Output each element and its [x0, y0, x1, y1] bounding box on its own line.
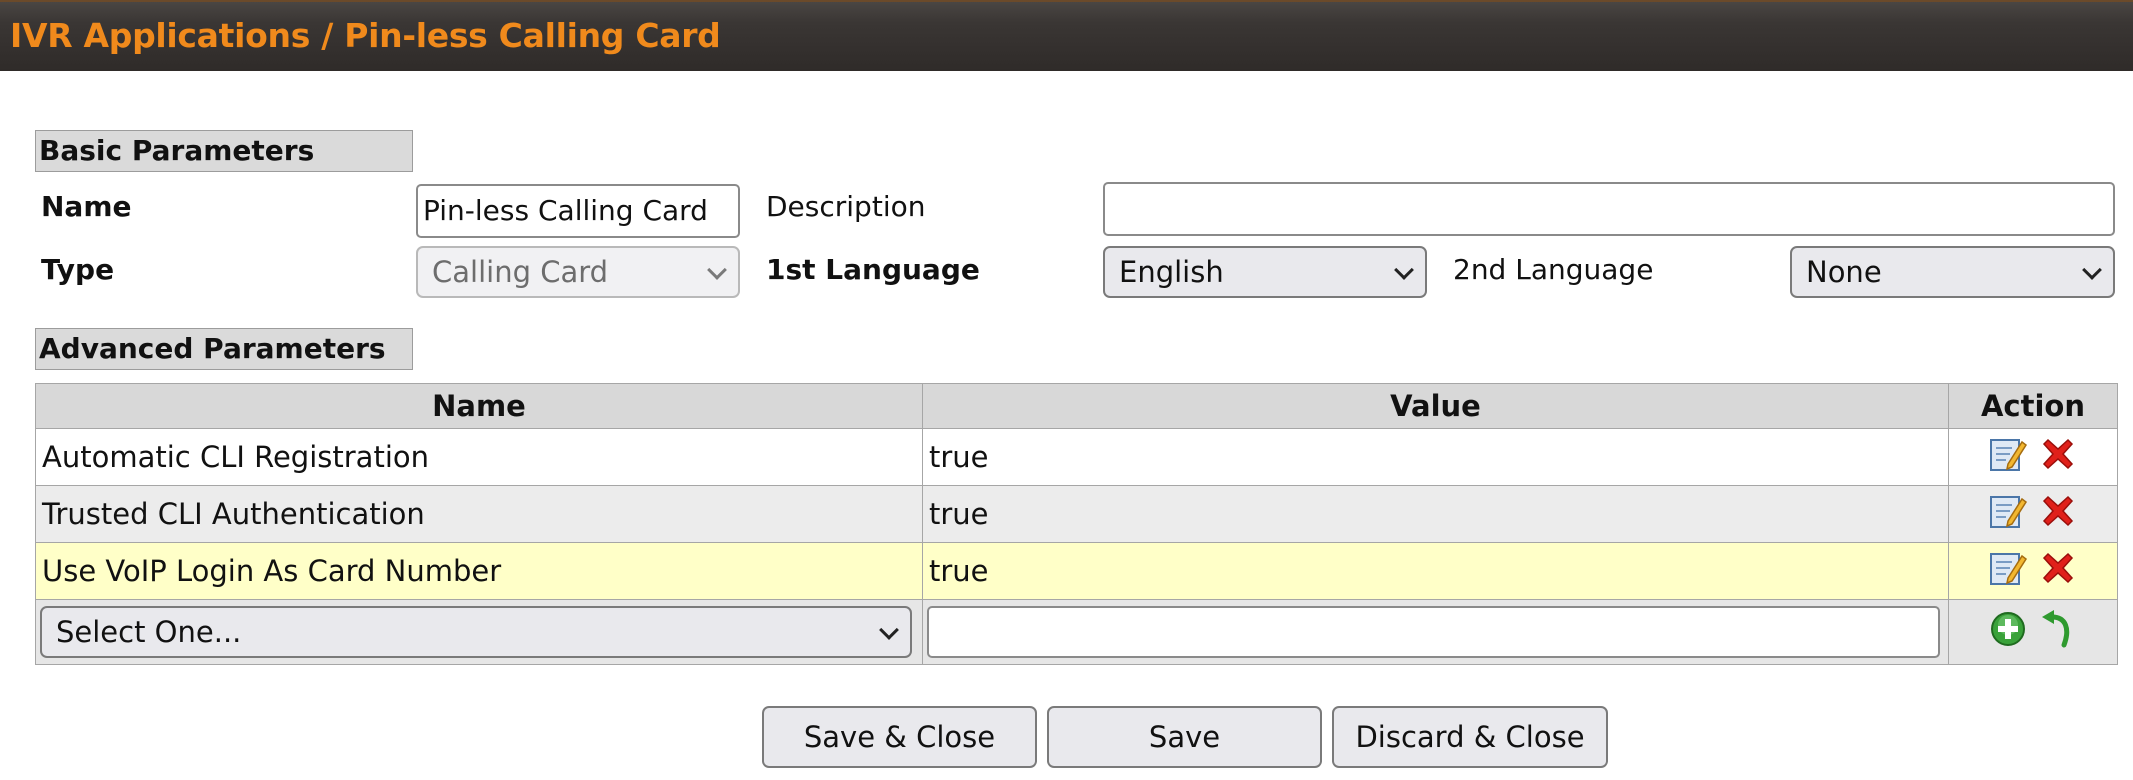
type-select-value: Calling Card: [432, 255, 609, 289]
page-title: Pin-less Calling Card: [344, 16, 721, 55]
add-plus-icon[interactable]: [1988, 609, 2028, 656]
advanced-parameters-table: Name Value Action Automatic CLI Registra…: [35, 383, 2118, 665]
table-header-row: Name Value Action: [35, 383, 2118, 429]
row-actions: [1948, 485, 2118, 543]
delete-x-icon[interactable]: [2038, 491, 2078, 538]
first-language-select[interactable]: English: [1103, 246, 1427, 298]
param-name-cell: Trusted CLI Authentication: [35, 485, 923, 543]
name-label: Name: [41, 190, 132, 223]
advanced-parameters-heading: Advanced Parameters: [35, 328, 413, 370]
add-param-value-cell: [922, 599, 1949, 665]
edit-pencil-icon[interactable]: [1988, 548, 2028, 595]
chevron-down-icon: [2082, 260, 2102, 280]
edit-pencil-icon[interactable]: [1988, 434, 2028, 481]
param-type-select-value: Select One...: [56, 615, 242, 649]
breadcrumb-root[interactable]: IVR Applications: [10, 16, 310, 55]
discard-close-button[interactable]: Discard & Close: [1332, 706, 1608, 768]
table-row: Automatic CLI Registration true: [35, 428, 2118, 486]
delete-x-icon[interactable]: [2038, 548, 2078, 595]
second-language-label: 2nd Language: [1453, 253, 1654, 286]
second-language-value: None: [1806, 255, 1882, 289]
description-label: Description: [766, 190, 926, 223]
title-bar: IVR Applications / Pin-less Calling Card: [0, 0, 2133, 71]
basic-parameters-heading: Basic Parameters: [35, 130, 413, 172]
param-type-select[interactable]: Select One...: [40, 606, 912, 658]
param-name-cell: Automatic CLI Registration: [35, 428, 923, 486]
column-header-value: Value: [922, 383, 1949, 429]
breadcrumb-separator: /: [321, 16, 334, 55]
add-param-select-cell: Select One...: [35, 599, 923, 665]
param-value-input[interactable]: [927, 606, 1940, 658]
chevron-down-icon: [879, 620, 899, 640]
row-actions: [1948, 428, 2118, 486]
save-button[interactable]: Save: [1047, 706, 1322, 768]
row-actions: [1948, 542, 2118, 600]
second-language-select[interactable]: None: [1790, 246, 2115, 298]
param-value-cell: true: [922, 542, 1949, 600]
add-row-actions: [1948, 599, 2118, 665]
table-row: Use VoIP Login As Card Number true: [35, 542, 2118, 600]
delete-x-icon[interactable]: [2038, 434, 2078, 481]
param-value-cell: true: [922, 485, 1949, 543]
param-value-cell: true: [922, 428, 1949, 486]
chevron-down-icon: [707, 260, 727, 280]
save-close-button[interactable]: Save & Close: [762, 706, 1037, 768]
chevron-down-icon: [1394, 260, 1414, 280]
type-select: Calling Card: [416, 246, 740, 298]
column-header-action: Action: [1948, 383, 2118, 429]
breadcrumb: IVR Applications / Pin-less Calling Card: [10, 16, 721, 55]
add-parameter-row: Select One...: [35, 599, 2118, 665]
name-field[interactable]: Pin-less Calling Card: [416, 184, 740, 238]
description-field[interactable]: [1103, 182, 2115, 236]
table-row: Trusted CLI Authentication true: [35, 485, 2118, 543]
column-header-name: Name: [35, 383, 923, 429]
undo-arrow-icon[interactable]: [2038, 609, 2078, 656]
first-language-value: English: [1119, 255, 1224, 289]
edit-pencil-icon[interactable]: [1988, 491, 2028, 538]
param-name-cell: Use VoIP Login As Card Number: [35, 542, 923, 600]
type-label: Type: [41, 253, 115, 286]
first-language-label: 1st Language: [766, 253, 980, 286]
